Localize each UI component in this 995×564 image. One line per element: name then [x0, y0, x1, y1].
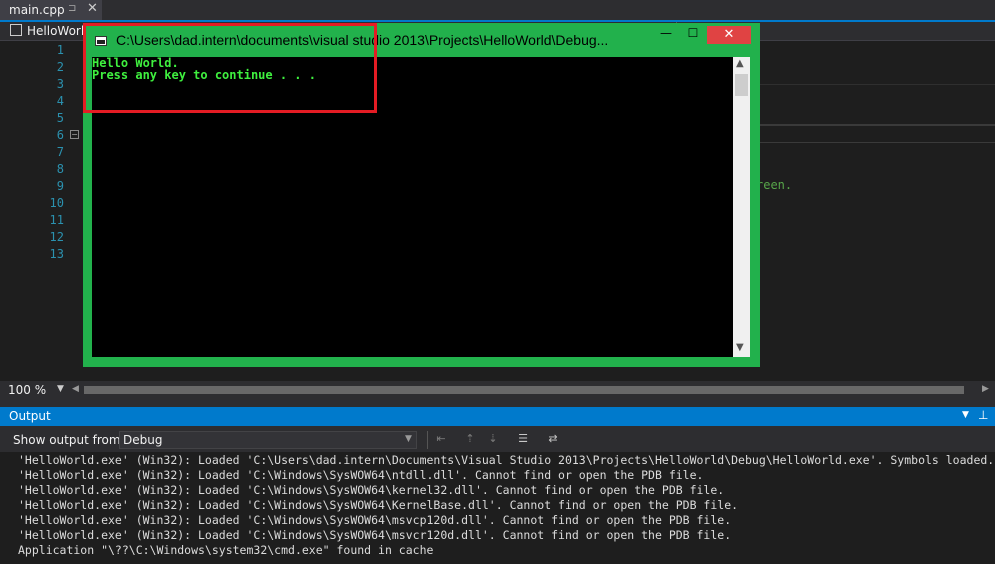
console-vertical-scrollbar[interactable]	[733, 57, 750, 357]
pin-icon[interactable]: ⊥	[978, 408, 988, 422]
tab-main-cpp[interactable]: main.cpp ⊐ ✕	[0, 0, 102, 20]
editor-guide-line	[760, 142, 995, 143]
pin-icon[interactable]: ⊐	[68, 3, 76, 14]
line-number: 4	[56, 94, 64, 108]
output-line: 'HelloWorld.exe' (Win32): Loaded 'C:\Win…	[18, 513, 732, 527]
editor-guide-line	[760, 84, 995, 85]
document-tab-strip	[0, 0, 995, 20]
show-output-label: Show output from:	[13, 433, 125, 447]
line-number: 2	[56, 60, 64, 74]
tab-close-icon[interactable]: ✕	[87, 1, 98, 16]
scroll-right-icon[interactable]: ▶	[982, 384, 989, 394]
project-icon	[10, 24, 22, 36]
line-number: 7	[56, 145, 64, 159]
line-number: 13	[49, 247, 64, 261]
line-number: 11	[49, 213, 64, 227]
code-comment-fragment: reen.	[756, 178, 793, 192]
output-line: 'HelloWorld.exe' (Win32): Loaded 'C:\Win…	[18, 483, 725, 497]
line-number: 3	[56, 77, 64, 91]
maximize-button[interactable]: ☐	[680, 26, 706, 44]
tab-label: main.cpp	[9, 3, 65, 17]
line-number: 9	[56, 179, 64, 193]
line-number: 8	[56, 162, 64, 176]
minimize-button[interactable]: —	[653, 26, 679, 44]
toolbar-divider	[427, 431, 428, 449]
zoom-level[interactable]: 100 %	[8, 383, 46, 397]
scroll-up-icon[interactable]: ▲	[736, 58, 744, 69]
output-line: Application "\??\C:\Windows\system32\cmd…	[18, 543, 434, 557]
editor-guide-line	[760, 124, 995, 126]
output-line: 'HelloWorld.exe' (Win32): Loaded 'C:\Win…	[18, 498, 739, 512]
output-panel-title: Output	[9, 409, 51, 423]
line-number: 5	[56, 111, 64, 125]
next-message-icon[interactable]: ⇣	[485, 432, 501, 446]
scroll-down-icon[interactable]: ▼	[736, 342, 744, 353]
annotation-highlight-box	[83, 23, 377, 113]
collapse-icon[interactable]: −	[70, 130, 79, 139]
output-source-select[interactable]	[119, 431, 417, 449]
horizontal-scrollbar-thumb[interactable]	[84, 386, 964, 394]
chevron-down-icon[interactable]: ▼	[57, 384, 64, 394]
line-number: 6	[56, 128, 64, 142]
line-number: 12	[49, 230, 64, 244]
output-panel-header	[0, 407, 995, 426]
output-line: 'HelloWorld.exe' (Win32): Loaded 'C:\Win…	[18, 528, 732, 542]
line-number: 10	[49, 196, 64, 210]
find-message-icon[interactable]: ⇤	[433, 432, 449, 446]
line-number: 1	[56, 43, 64, 57]
console-scrollbar-thumb[interactable]	[735, 74, 748, 96]
output-line: 'HelloWorld.exe' (Win32): Loaded 'C:\Win…	[18, 468, 704, 482]
scroll-left-icon[interactable]: ◀	[72, 384, 79, 394]
panel-menu-icon[interactable]: ▼	[962, 410, 969, 420]
panel-splitter[interactable]	[0, 399, 995, 407]
output-line: 'HelloWorld.exe' (Win32): Loaded 'C:\Use…	[18, 453, 995, 467]
output-source-value: Debug	[123, 433, 163, 447]
word-wrap-icon[interactable]: ⇄	[545, 432, 561, 446]
close-button[interactable]: ✕	[707, 26, 751, 44]
clear-all-icon[interactable]: ☰	[515, 432, 531, 446]
chevron-down-icon[interactable]: ▼	[405, 434, 412, 444]
previous-message-icon[interactable]: ⇡	[462, 432, 478, 446]
